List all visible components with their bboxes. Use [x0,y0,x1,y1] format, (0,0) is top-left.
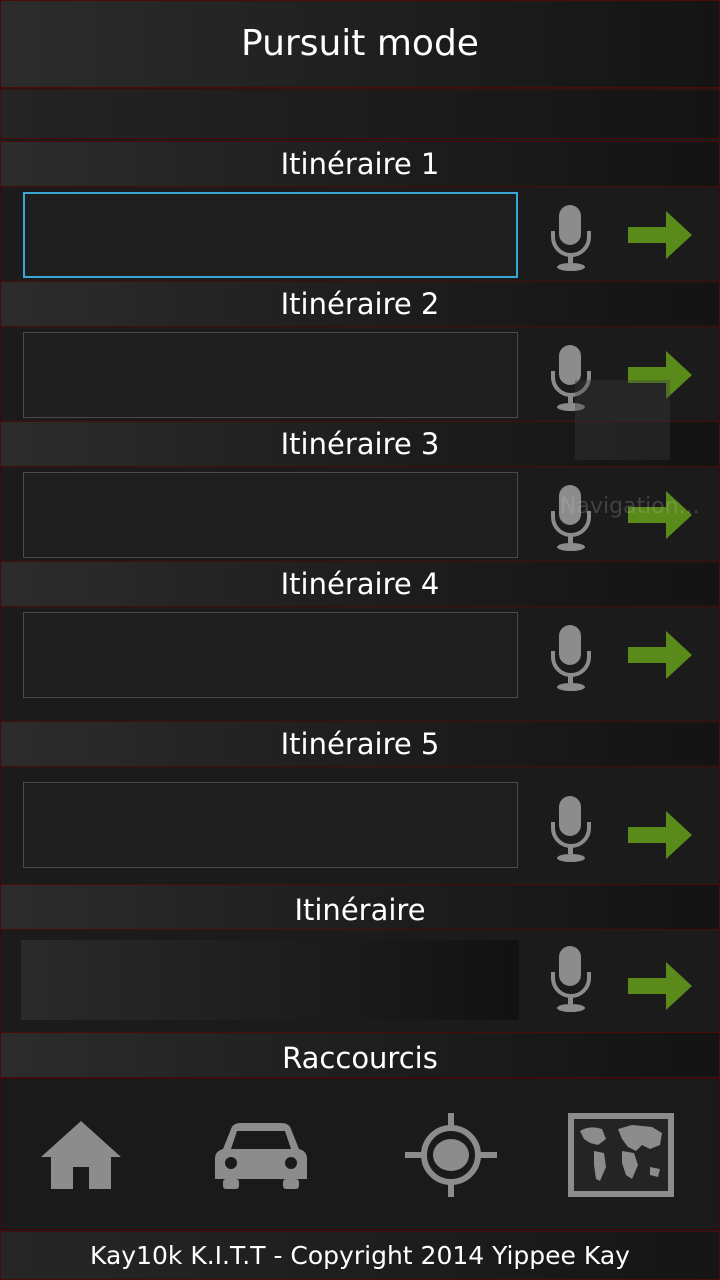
microphone-icon[interactable] [541,341,601,411]
toolbar-spacer [0,89,720,139]
page-title: Pursuit mode [241,23,479,64]
route-1-input[interactable] [23,192,518,278]
footer-text: Kay10k K.I.T.T - Copyright 2014 Yippee K… [90,1241,630,1270]
microphone-icon[interactable] [541,621,601,691]
route-2-row [0,327,720,421]
route-2-header: Itinéraire 2 [0,281,720,327]
route-2-input[interactable] [23,332,518,418]
arrow-right-icon[interactable] [626,807,696,863]
arrow-right-icon[interactable] [626,347,696,403]
route-1-label: Itinéraire 1 [280,147,440,181]
route-3-row [0,467,720,561]
route-extra-input[interactable] [21,940,519,1020]
route-4-row [0,607,720,721]
route-extra-label: Itinéraire [294,893,426,927]
shortcuts-header: Raccourcis [0,1032,720,1078]
route-3-input[interactable] [23,472,518,558]
microphone-icon[interactable] [541,792,601,862]
shortcuts-row [0,1078,720,1230]
route-4-input[interactable] [23,612,518,698]
footer: Kay10k K.I.T.T - Copyright 2014 Yippee K… [0,1231,720,1280]
route-2-label: Itinéraire 2 [280,287,440,321]
route-4-header: Itinéraire 4 [0,561,720,607]
arrow-right-icon[interactable] [626,207,696,263]
app: Pursuit mode Itinéraire 1 Itinéraire 2 I… [0,0,720,1280]
title-bar: Pursuit mode [0,0,720,88]
route-5-row [0,767,720,884]
route-5-label: Itinéraire 5 [280,727,440,761]
route-4-label: Itinéraire 4 [280,567,440,601]
microphone-icon[interactable] [541,201,601,271]
microphone-icon[interactable] [541,481,601,551]
arrow-right-icon[interactable] [626,627,696,683]
shortcuts-label: Raccourcis [282,1041,438,1075]
home-icon[interactable] [39,1119,123,1191]
route-5-header: Itinéraire 5 [0,721,720,767]
route-3-header: Itinéraire 3 [0,421,720,467]
route-extra-row [0,930,720,1031]
route-extra-header: Itinéraire [0,884,720,930]
route-5-input[interactable] [23,782,518,868]
arrow-right-icon[interactable] [626,958,696,1014]
gps-target-icon[interactable] [405,1113,497,1197]
world-map-icon[interactable] [566,1111,676,1199]
route-1-row [0,187,720,281]
route-3-label: Itinéraire 3 [280,427,440,461]
car-icon[interactable] [213,1121,309,1191]
route-1-header: Itinéraire 1 [0,141,720,187]
microphone-icon[interactable] [541,942,601,1012]
arrow-right-icon[interactable] [626,487,696,543]
